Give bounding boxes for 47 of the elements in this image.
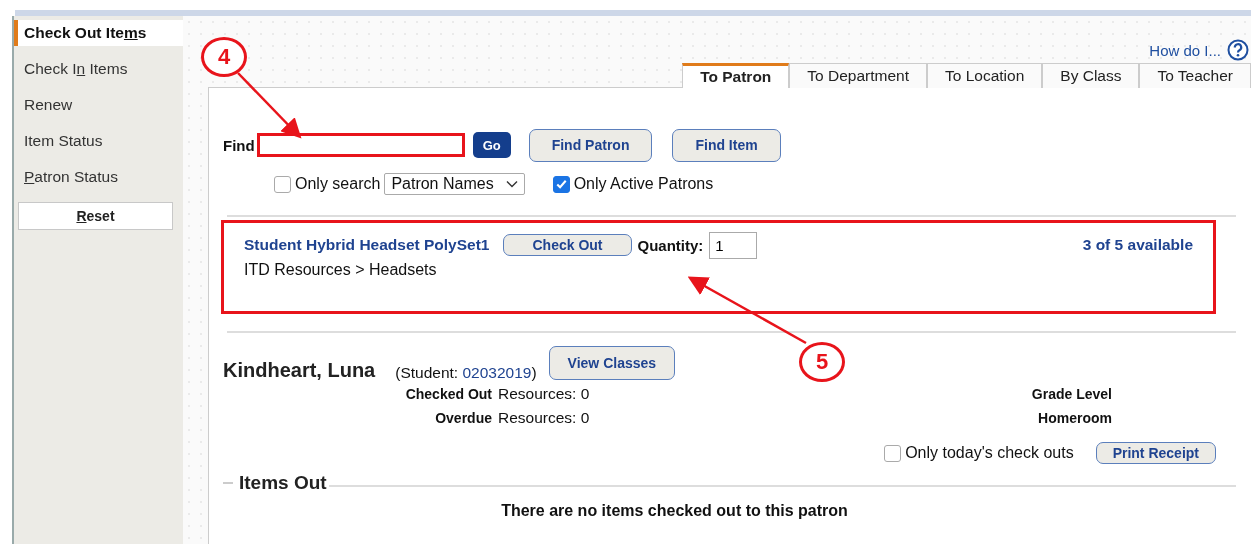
find-field[interactable] bbox=[256, 133, 465, 157]
sidebar-item[interactable]: Patron Status bbox=[14, 164, 183, 200]
help-link[interactable]: How do I... bbox=[1149, 41, 1221, 59]
patron-name: Kindheart, Luna bbox=[223, 359, 376, 382]
view-classes-button[interactable]: View Classes bbox=[548, 346, 676, 380]
stat-label: Overdue bbox=[434, 410, 493, 426]
help-icon[interactable] bbox=[1227, 39, 1249, 61]
annotation-arrow bbox=[237, 72, 302, 139]
checkbox[interactable] bbox=[274, 175, 291, 193]
tab[interactable]: To Location bbox=[927, 63, 1043, 88]
reset-button[interactable]: Reset bbox=[18, 202, 173, 230]
item-name[interactable]: Student Hybrid Headset PolySet1 bbox=[244, 236, 490, 254]
sidebar-item[interactable]: Item Status bbox=[14, 128, 183, 164]
checkbox-label: Only Active Patrons bbox=[573, 175, 714, 193]
find-button[interactable]: Find Patron bbox=[528, 128, 653, 162]
checkbox[interactable] bbox=[884, 444, 902, 462]
find-label: Find bbox=[223, 136, 255, 154]
empty-message: There are no items checked out to this patron bbox=[500, 502, 849, 520]
stat-label: Homeroom bbox=[1037, 410, 1113, 426]
find-button[interactable]: Find Item bbox=[672, 128, 781, 162]
checkbox-label: Only today's check outs bbox=[905, 444, 1074, 462]
go-button[interactable]: Go bbox=[472, 132, 511, 158]
quantity-label: Quantity: bbox=[637, 236, 704, 254]
item-category: ITD Resources > Headsets bbox=[244, 261, 438, 279]
stat-value: Resources: 0 bbox=[498, 385, 591, 403]
tab[interactable]: To Teacher bbox=[1139, 63, 1251, 88]
stat-label: Checked Out bbox=[404, 386, 493, 402]
tab[interactable]: To Patron bbox=[682, 63, 790, 88]
tab[interactable]: To Department bbox=[789, 63, 927, 88]
sidebar-item[interactable]: Renew bbox=[14, 92, 183, 128]
checkbox[interactable] bbox=[552, 175, 570, 193]
check-out-button[interactable]: Check Out bbox=[503, 234, 632, 256]
availability-text: 3 of 5 available bbox=[1082, 236, 1193, 254]
patron-type: (Student: bbox=[395, 364, 460, 382]
closing-paren: ) bbox=[531, 364, 537, 382]
search-type-dropdown[interactable]: Patron Names bbox=[384, 173, 525, 195]
chevron-down-icon bbox=[505, 180, 518, 188]
stat-value: Resources: 0 bbox=[498, 409, 591, 427]
sidebar-item[interactable]: Check Out Items bbox=[14, 20, 183, 46]
sidebar-item[interactable]: Check In Items bbox=[14, 56, 183, 92]
section-title: Items Out bbox=[239, 472, 327, 494]
quantity-field[interactable]: 1 bbox=[709, 231, 758, 259]
patron-id-link[interactable]: 02032019 bbox=[462, 364, 532, 382]
print-receipt-button[interactable]: Print Receipt bbox=[1095, 442, 1216, 464]
stat-label: Grade Level bbox=[1030, 386, 1113, 402]
tab[interactable]: By Class bbox=[1042, 63, 1140, 88]
checkbox-label: Only search bbox=[295, 175, 381, 193]
